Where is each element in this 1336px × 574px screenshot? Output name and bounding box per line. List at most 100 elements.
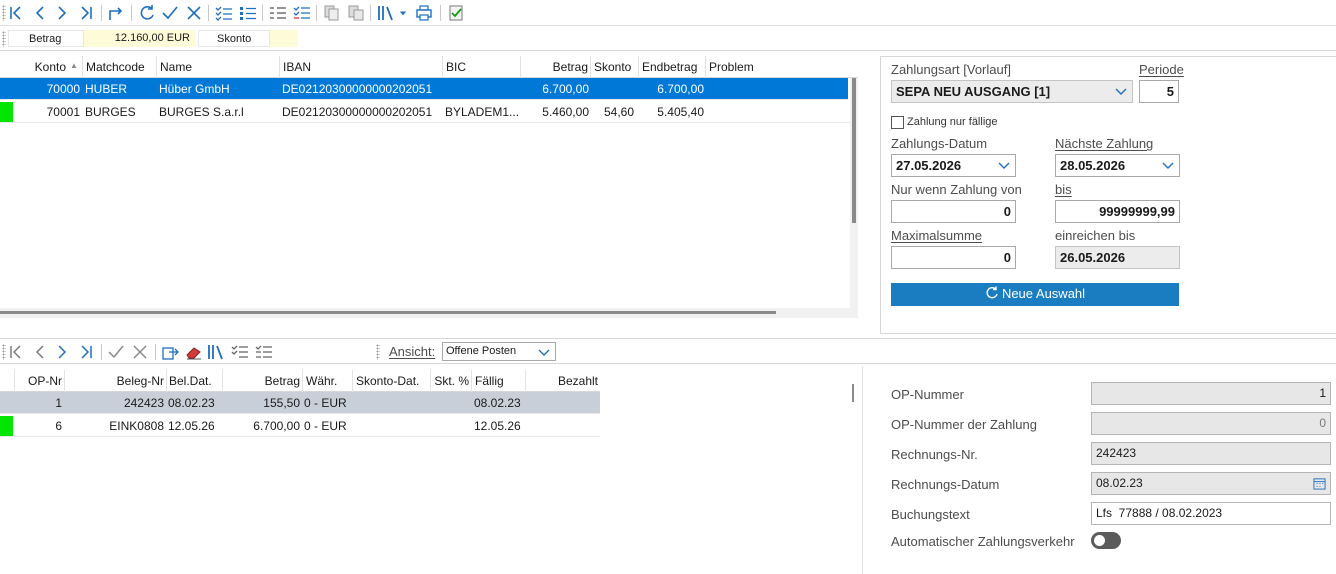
list-tasks-icon[interactable] [268, 3, 288, 23]
grid-vertical-scrollbar[interactable] [850, 78, 858, 308]
table-row[interactable]: 70000 HUBER Hüber GmbH DE021203000000002… [0, 78, 848, 100]
summary-bar: Betrag 12.160,00 EUR Skonto [0, 27, 1336, 51]
col-matchcode[interactable]: Matchcode [82, 56, 156, 78]
cell-matchcode: HUBER [85, 82, 128, 96]
col-beleg-nr[interactable]: Beleg-Nr [64, 370, 166, 392]
table-row[interactable]: 1 242423 08.02.23 155,50 0 - EUR 08.02.2… [0, 392, 600, 414]
bis-input[interactable]: 99999999,99 [1055, 200, 1180, 223]
cell-konto: 70001 [46, 105, 80, 119]
col-iban[interactable]: IBAN [279, 56, 442, 78]
previous-record-icon[interactable] [30, 342, 50, 362]
rechnungs-nr-field[interactable]: 242423 [1091, 442, 1331, 465]
books-icon[interactable] [376, 3, 396, 23]
op-nummer-zahlung-field[interactable]: 0 [1091, 412, 1331, 435]
pane-splitter-handle[interactable] [852, 384, 854, 402]
refresh-icon [986, 286, 998, 299]
paste-docs-icon[interactable] [346, 3, 366, 23]
col-bic[interactable]: BIC [442, 56, 520, 78]
col-bel-dat[interactable]: Bel.Dat. [166, 370, 222, 392]
calendar-icon[interactable] [1313, 477, 1326, 490]
col-waehrung[interactable]: Währ. [302, 370, 352, 392]
checklist-approve-icon[interactable] [446, 3, 466, 23]
auto-zahlungsverkehr-label: Automatischer Zahlungsverkehr [891, 534, 1075, 549]
col-betrag[interactable]: Betrag [222, 370, 302, 392]
export-icon[interactable] [160, 342, 180, 362]
zahlungsart-select[interactable]: SEPA NEU AUSGANG [1] [891, 80, 1133, 103]
cell-skonto: 54,60 [603, 105, 634, 119]
col-faellig[interactable]: Fällig [471, 370, 525, 392]
col-skonto[interactable]: Skonto [590, 56, 638, 78]
col-skt-pct[interactable]: Skt. % [430, 370, 471, 392]
dropdown-caret-icon[interactable] [396, 3, 410, 23]
books-icon[interactable] [206, 342, 226, 362]
cancel-x-icon[interactable] [130, 342, 150, 362]
table-row[interactable]: 6 EINK0808 12.05.26 6.700,00 0 - EUR 12.… [0, 415, 600, 437]
numbered-list-icon[interactable] [238, 3, 258, 23]
grid-horizontal-scrollbar[interactable] [0, 308, 858, 318]
confirm-check-icon[interactable] [160, 3, 180, 23]
nur-wenn-input[interactable]: 0 [891, 200, 1016, 223]
pane-divider [862, 366, 863, 574]
periode-input[interactable]: 5 [1139, 80, 1179, 103]
col-op-nr[interactable]: OP-Nr [14, 370, 64, 392]
next-record-icon[interactable] [52, 3, 72, 23]
summary-grip[interactable] [2, 31, 6, 47]
next-record-icon[interactable] [52, 342, 72, 362]
col-skonto-dat[interactable]: Skonto-Dat. [352, 370, 430, 392]
zahlungs-datum-select[interactable]: 27.05.2026 [891, 154, 1016, 177]
rechnungs-nr-label: Rechnungs-Nr. [891, 447, 978, 462]
neue-auswahl-button[interactable]: Neue Auswahl [891, 283, 1179, 306]
redirect-icon[interactable] [106, 3, 126, 23]
einreichen-input[interactable]: 26.05.2026 [1055, 246, 1180, 269]
maximalsumme-input[interactable]: 0 [891, 246, 1016, 269]
rechnungs-datum-value: 08.02.23 [1096, 476, 1143, 490]
cell-iban: DE02120300000000202051 [282, 105, 433, 119]
table-row[interactable]: 70001 BURGES BURGES S.a.r.l DE0212030000… [0, 101, 858, 123]
first-record-icon[interactable] [6, 342, 26, 362]
cell-betrag: 5.460,00 [542, 105, 589, 119]
rechnungs-datum-field[interactable]: 08.02.23 [1091, 472, 1331, 495]
op-nummer-field[interactable]: 1 [1091, 382, 1331, 405]
nur-faellige-label: Zahlung nur fällige [907, 116, 998, 128]
cell-beleg-nr: EINK0808 [109, 419, 164, 433]
posten-grid-header: OP-Nr Beleg-Nr Bel.Dat. Betrag Währ. Sko… [0, 370, 600, 392]
list-marked-icon[interactable] [254, 342, 274, 362]
scrollbar-thumb[interactable] [852, 78, 856, 223]
list-tasks-icon[interactable] [230, 342, 250, 362]
naechste-zahlung-select[interactable]: 28.05.2026 [1055, 154, 1180, 177]
last-record-icon[interactable] [76, 3, 96, 23]
col-bezahlt[interactable]: Bezahlt [525, 370, 600, 392]
list-marked-icon[interactable] [292, 3, 312, 23]
ansicht-grip[interactable] [376, 344, 380, 360]
nur-faellige-checkbox[interactable] [891, 116, 904, 129]
cell-betrag: 155,50 [263, 396, 300, 410]
auto-zahlungsverkehr-toggle[interactable] [1091, 532, 1121, 549]
copy-docs-icon[interactable] [322, 3, 342, 23]
cell-beleg-nr: 242423 [123, 396, 164, 410]
ansicht-select[interactable]: Offene Posten [442, 342, 556, 361]
col-name[interactable]: Name [156, 56, 279, 78]
cell-endbetrag: 6.700,00 [657, 82, 704, 96]
cancel-x-icon[interactable] [184, 3, 204, 23]
cell-problem [708, 101, 848, 123]
print-icon[interactable] [414, 3, 434, 23]
previous-record-icon[interactable] [30, 3, 50, 23]
col-konto[interactable]: Konto [0, 56, 80, 78]
eraser-icon[interactable] [184, 342, 204, 362]
op-nummer-zahlung-label: OP-Nummer der Zahlung [891, 417, 1037, 432]
chevron-down-icon [1162, 162, 1174, 169]
scrollbar-thumb[interactable] [0, 311, 776, 314]
periode-label: Periode [1139, 62, 1184, 77]
col-endbetrag[interactable]: Endbetrag [638, 56, 705, 78]
col-problem[interactable]: Problem [705, 56, 850, 78]
buchungstext-label: Buchungstext [891, 507, 970, 522]
refresh-icon[interactable] [137, 3, 157, 23]
confirm-check-icon[interactable] [106, 342, 126, 362]
col-betrag[interactable]: Betrag [520, 56, 590, 78]
buchungstext-field[interactable]: Lfs 77888 / 08.02.2023 [1091, 502, 1331, 525]
check-list-icon[interactable] [214, 3, 234, 23]
col-konto-label: Konto [34, 60, 66, 74]
cell-skonto [590, 78, 634, 100]
last-record-icon[interactable] [76, 342, 96, 362]
first-record-icon[interactable] [6, 3, 26, 23]
